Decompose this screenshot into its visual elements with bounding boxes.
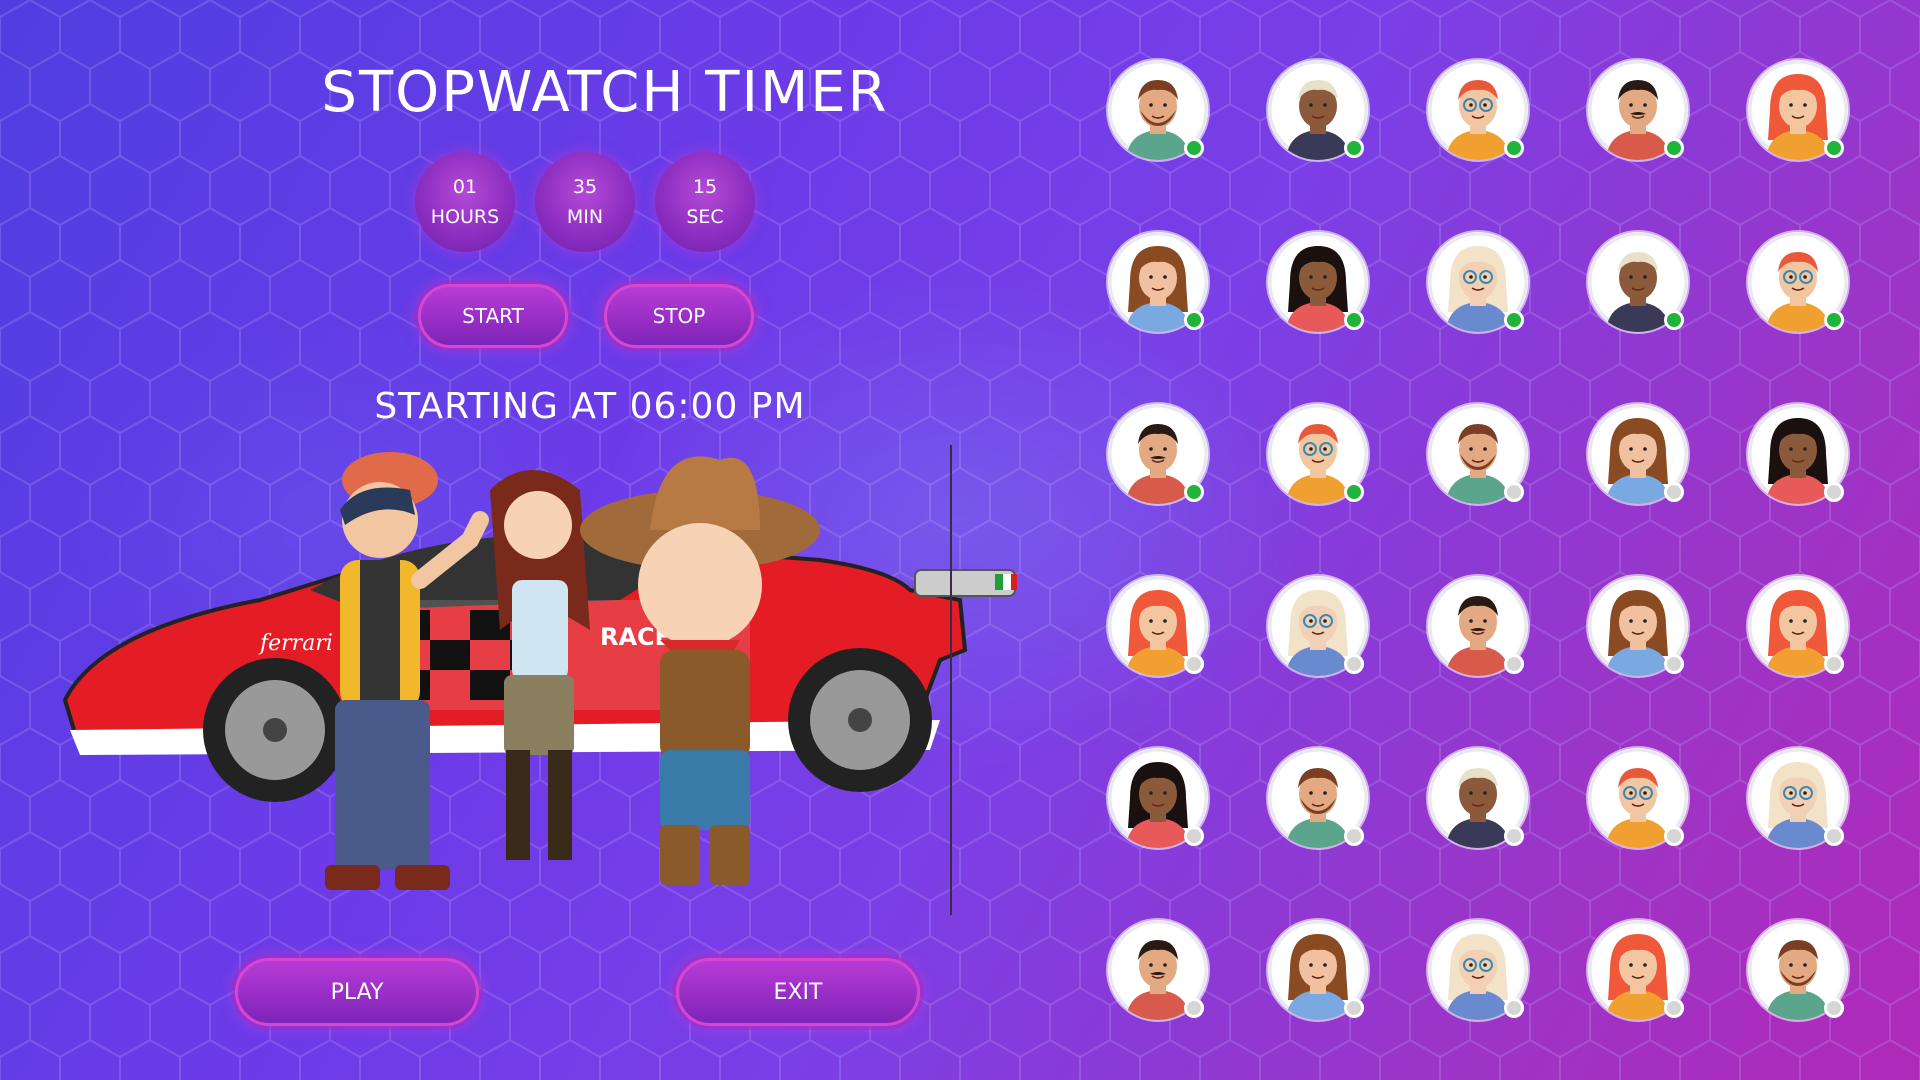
offline-status-dot bbox=[1664, 654, 1684, 674]
online-status-dot bbox=[1184, 138, 1204, 158]
offline-status-dot bbox=[1344, 998, 1364, 1018]
offline-status-dot bbox=[1824, 654, 1844, 674]
offline-status-dot bbox=[1824, 826, 1844, 846]
car-brand-label-1: ferrari bbox=[258, 631, 333, 656]
offline-status-dot bbox=[1824, 998, 1844, 1018]
online-status-dot bbox=[1664, 138, 1684, 158]
stopwatch-display: 01 HOURS 35 MIN 15 SEC bbox=[415, 152, 755, 252]
exit-button[interactable]: EXIT bbox=[676, 958, 920, 1026]
player-avatar[interactable] bbox=[1748, 920, 1848, 1020]
player-avatar[interactable] bbox=[1748, 576, 1848, 676]
offline-status-dot bbox=[1184, 998, 1204, 1018]
player-avatar[interactable] bbox=[1268, 60, 1368, 160]
minutes-counter: 35 MIN bbox=[535, 152, 635, 252]
offline-status-dot bbox=[1664, 826, 1684, 846]
offline-status-dot bbox=[1184, 654, 1204, 674]
online-status-dot bbox=[1344, 138, 1364, 158]
player-avatar[interactable] bbox=[1588, 576, 1688, 676]
hours-unit: HOURS bbox=[430, 206, 500, 228]
player-avatar[interactable] bbox=[1428, 748, 1528, 848]
offline-status-dot bbox=[1504, 826, 1524, 846]
stop-button[interactable]: STOP bbox=[604, 284, 754, 348]
hours-value: 01 bbox=[452, 176, 478, 198]
player-avatar[interactable] bbox=[1428, 920, 1528, 1020]
online-status-dot bbox=[1504, 138, 1524, 158]
player-avatar[interactable] bbox=[1428, 404, 1528, 504]
player-avatar[interactable] bbox=[1108, 232, 1208, 332]
offline-status-dot bbox=[1824, 482, 1844, 502]
characters-car-illustration: ferrari ferrari RACER bbox=[62, 452, 1017, 890]
player-avatar[interactable] bbox=[1108, 60, 1208, 160]
player-avatar[interactable] bbox=[1268, 404, 1368, 504]
online-status-dot bbox=[1184, 310, 1204, 330]
offline-status-dot bbox=[1664, 998, 1684, 1018]
player-avatar[interactable] bbox=[1108, 576, 1208, 676]
player-avatar[interactable] bbox=[1748, 60, 1848, 160]
online-status-dot bbox=[1344, 310, 1364, 330]
scene-divider bbox=[950, 445, 952, 915]
play-button[interactable]: PLAY bbox=[235, 958, 479, 1026]
offline-status-dot bbox=[1504, 482, 1524, 502]
offline-status-dot bbox=[1504, 998, 1524, 1018]
player-avatar[interactable] bbox=[1428, 60, 1528, 160]
seconds-unit: SEC bbox=[686, 206, 724, 228]
offline-status-dot bbox=[1344, 654, 1364, 674]
players-grid bbox=[1108, 60, 1848, 1025]
offline-status-dot bbox=[1664, 482, 1684, 502]
online-status-dot bbox=[1824, 310, 1844, 330]
online-status-dot bbox=[1824, 138, 1844, 158]
start-time-text: STARTING AT 06:00 PM bbox=[374, 386, 806, 427]
online-status-dot bbox=[1664, 310, 1684, 330]
player-avatar[interactable] bbox=[1588, 748, 1688, 848]
offline-status-dot bbox=[1184, 826, 1204, 846]
player-avatar[interactable] bbox=[1268, 576, 1368, 676]
page-title: STOPWATCH TIMER bbox=[321, 60, 889, 125]
player-avatar[interactable] bbox=[1268, 232, 1368, 332]
player-avatar[interactable] bbox=[1428, 576, 1528, 676]
minutes-value: 35 bbox=[572, 176, 598, 198]
minutes-unit: MIN bbox=[566, 206, 604, 228]
player-avatar[interactable] bbox=[1748, 404, 1848, 504]
player-avatar[interactable] bbox=[1428, 232, 1528, 332]
seconds-counter: 15 SEC bbox=[655, 152, 755, 252]
player-avatar[interactable] bbox=[1748, 748, 1848, 848]
online-status-dot bbox=[1504, 310, 1524, 330]
start-button[interactable]: START bbox=[418, 284, 568, 348]
offline-status-dot bbox=[1504, 654, 1524, 674]
online-status-dot bbox=[1344, 482, 1364, 502]
player-avatar[interactable] bbox=[1588, 920, 1688, 1020]
seconds-value: 15 bbox=[692, 176, 718, 198]
player-avatar[interactable] bbox=[1108, 404, 1208, 504]
offline-status-dot bbox=[1344, 826, 1364, 846]
player-avatar[interactable] bbox=[1588, 232, 1688, 332]
online-status-dot bbox=[1184, 482, 1204, 502]
hours-counter: 01 HOURS bbox=[415, 152, 515, 252]
player-avatar[interactable] bbox=[1588, 60, 1688, 160]
player-avatar[interactable] bbox=[1588, 404, 1688, 504]
player-avatar[interactable] bbox=[1108, 920, 1208, 1020]
player-avatar[interactable] bbox=[1268, 748, 1368, 848]
player-avatar[interactable] bbox=[1108, 748, 1208, 848]
player-avatar[interactable] bbox=[1748, 232, 1848, 332]
player-avatar[interactable] bbox=[1268, 920, 1368, 1020]
